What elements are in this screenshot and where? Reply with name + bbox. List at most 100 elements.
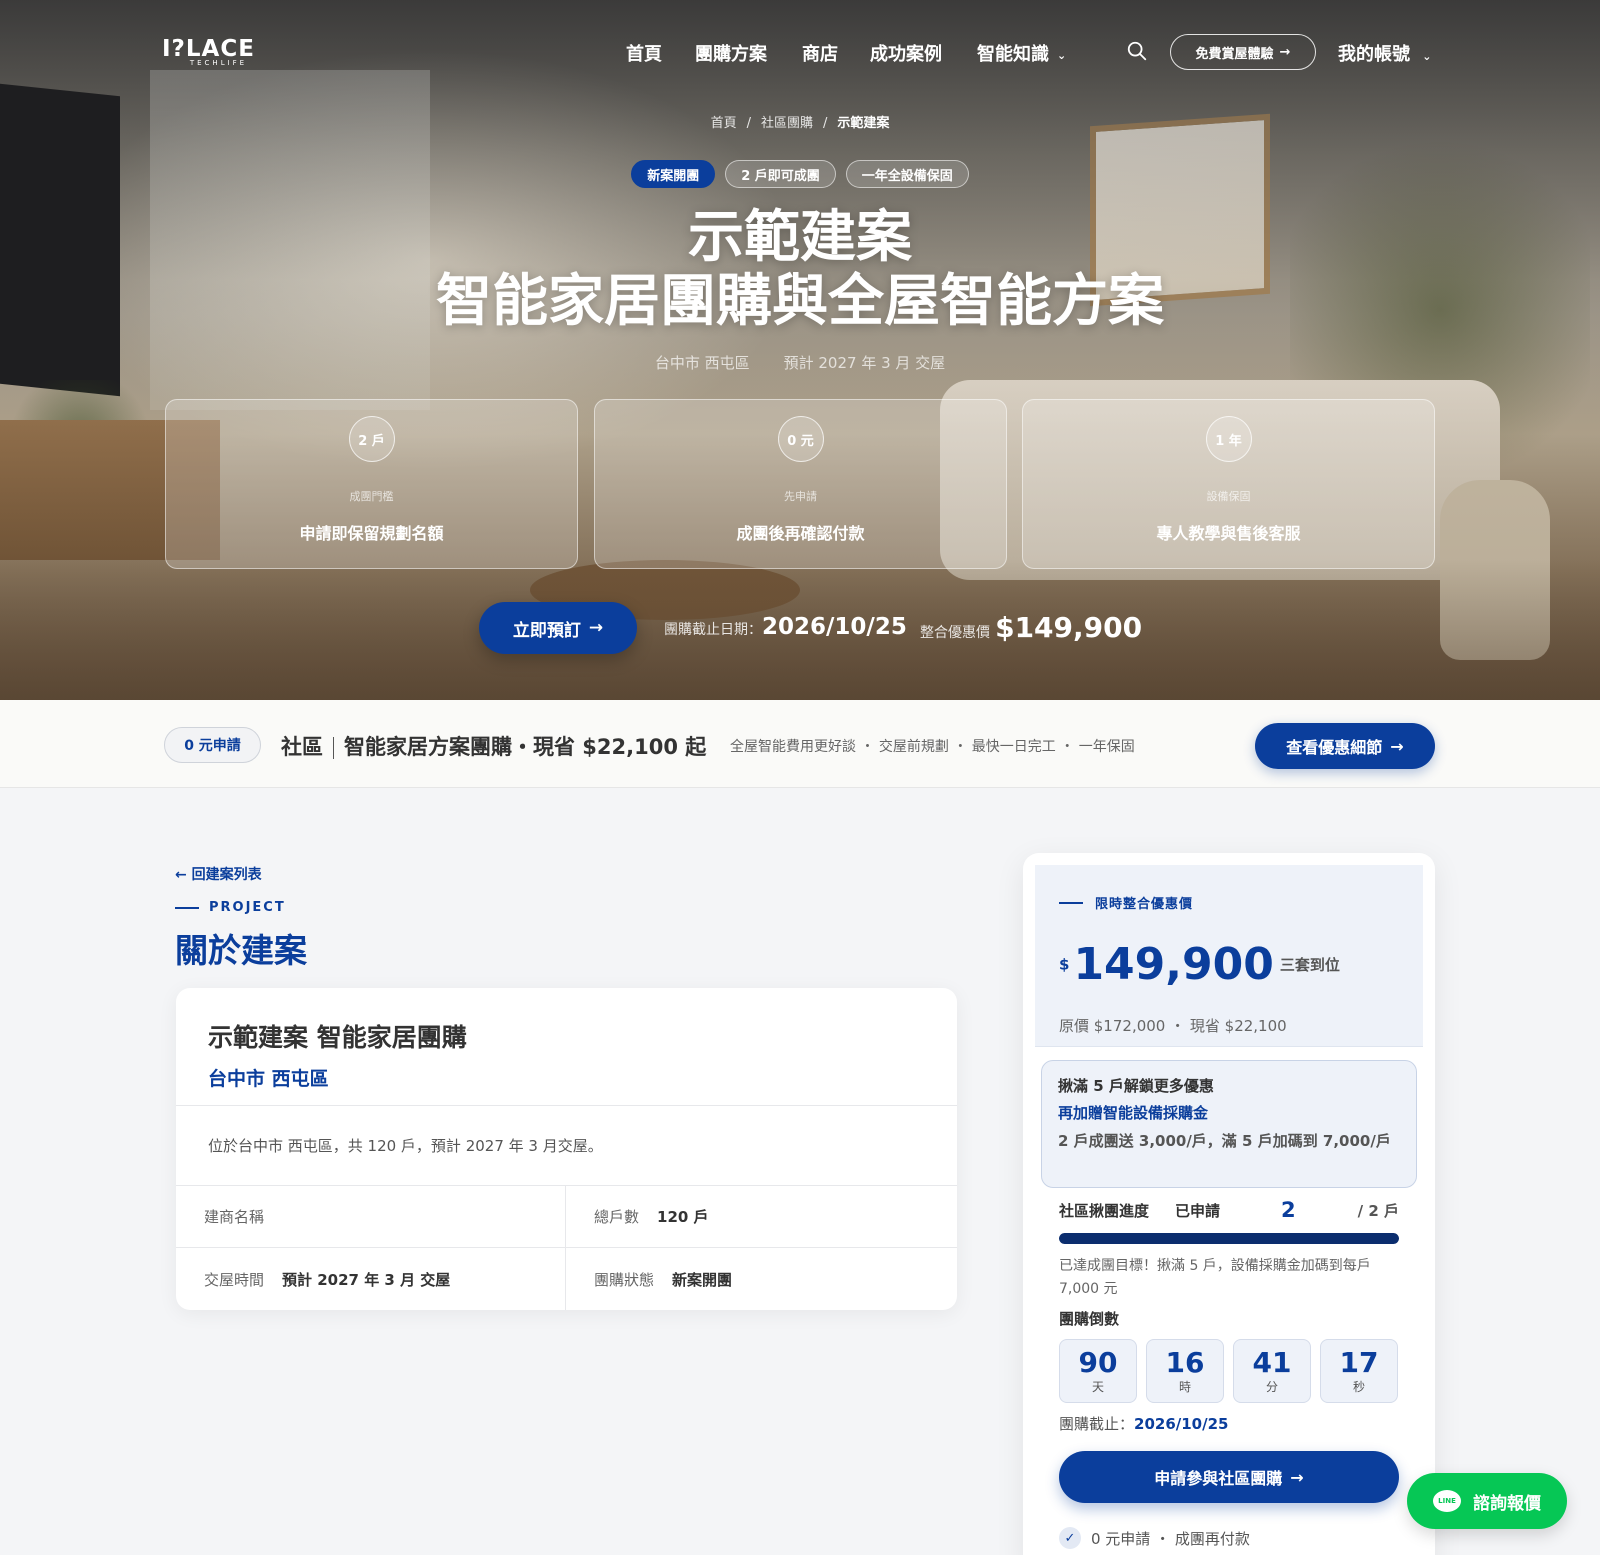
eyebrow-text: PROJECT [209,900,286,915]
countdown-unit: 分 [1265,1380,1278,1394]
countdown-days: 90 天 [1059,1339,1137,1403]
breadcrumb-home[interactable]: 首頁 [711,116,737,131]
countdown-hours: 16 時 [1146,1339,1224,1403]
project-info-grid: 建商名稱 總戶數 120 戶 交屋時間 預計 2027 年 3 月 交屋 團購狀態新… [176,1186,957,1310]
section-eyebrow: PROJECT [175,900,286,915]
info-label: 交屋時間 [204,1270,265,1289]
promo-pill: 0 元申請 [164,727,261,763]
back-to-projects-link[interactable]: ← 回建案列表 [175,864,262,884]
price-currency: $ [1059,955,1070,974]
progress-row: 社區揪團進度 已申請 2 / 2 戶 [1059,1198,1399,1222]
feature-label: 設備保固 [1206,490,1251,503]
feature-badge: 1 年 [1205,416,1252,462]
line-chat-icon: LINE [1433,1490,1461,1512]
applied-label: 已申請 [1175,1202,1221,1220]
feature-badge: 0 元 [777,416,824,462]
nav-item-shop[interactable]: 商店 [802,40,838,66]
price-header: 限時整合優惠價 $149,900 三套到位 原價 $172,000 ・ 現省 $2… [1035,865,1423,1047]
price-card: 限時整合優惠價 $149,900 三套到位 原價 $172,000 ・ 現省 $2… [1023,853,1435,1555]
info-label: 建商名稱 [204,1208,265,1226]
deadline-label: 團購截止日期： [664,622,762,638]
group-deadline-label: 團購截止： [1059,1415,1135,1433]
arrow-right-icon: → [1279,44,1291,60]
eyebrow-line [175,906,199,909]
progress-bar [1059,1233,1399,1244]
promo-divider [333,737,334,759]
assurance-item: ✓ 0 元申請 ・ 成團再付款 [1059,1527,1250,1549]
nav-item-knowledge-label: 智能知識 [977,44,1049,65]
original-price: 原價 $172,000 ・ 現省 $22,100 [1059,1017,1287,1035]
price-unit: 三套到位 [1279,956,1340,974]
reserve-button[interactable]: 立即預訂 → [479,602,637,654]
nav-item-group-plans[interactable]: 團購方案 [695,40,767,66]
countdown-value: 41 [1252,1346,1292,1379]
countdown: 90 天 16 時 41 分 17 秒 [1059,1339,1399,1403]
unlock-highlight: 再加贈智能設備採購金 [1058,1104,1209,1122]
hero-price-label: 整合優惠價 [920,625,990,641]
countdown-seconds: 17 秒 [1320,1339,1398,1403]
progress-goal: / 2 戶 [1357,1202,1399,1220]
check-icon: ✓ [1059,1527,1081,1549]
countdown-label: 團購倒數 [1059,1310,1120,1328]
hero-overlay [0,0,1600,700]
countdown-value: 16 [1165,1346,1205,1379]
hero-location: 台中市 西屯區 [654,354,750,372]
project-name: 示範建案 智能家居團購 [208,1023,467,1052]
price-eyebrow: 限時整合優惠價 [1059,893,1193,912]
line-consult-button[interactable]: LINE 諮詢報價 [1407,1473,1567,1529]
unlock-title: 揪滿 5 戶解鎖更多優惠 [1058,1077,1214,1095]
countdown-unit: 秒 [1352,1380,1365,1394]
chevron-down-icon: ⌄ [1057,48,1067,62]
project-location: 台中市 西屯區 [208,1068,329,1090]
search-icon[interactable] [1126,40,1148,62]
hero-meta: 台中市 西屯區 預計 2027 年 3 月 交屋 [0,352,1600,373]
feature-card-threshold: 2 戶 成團門檻 申請即保留規劃名額 [165,399,578,569]
page-title-line1: 示範建案 [688,204,912,270]
nav-item-cases[interactable]: 成功案例 [870,40,942,66]
progress-note: 已達成團目標！揪滿 5 戶，設備採購金加碼到每戶 7,000 元 [1059,1258,1371,1297]
deadline-value: 2026/10/25 [762,614,907,640]
promo-bar: 0 元申請 社區 智能家居方案團購・現省 $22,100 起 全屋智能費用更好談 … [0,700,1600,788]
feature-label: 先申請 [784,490,817,503]
feature-desc: 成團後再確認付款 [736,524,865,543]
feature-badge: 2 戶 [348,416,395,462]
feature-desc: 專人教學與售後客服 [1156,524,1301,543]
info-developer: 建商名稱 [176,1186,566,1248]
breadcrumb-group[interactable]: 社區團購 [761,116,813,131]
arrow-right-icon: → [1290,1467,1304,1487]
project-info-header: 示範建案 智能家居團購 台中市 西屯區 [176,988,957,1106]
hero-delivery: 預計 2027 年 3 月 交屋 [783,354,946,372]
applied-count: 2 [1281,1198,1296,1222]
account-label: 我的帳號 [1338,44,1410,65]
price-amount: $149,900 三套到位 [1059,939,1340,990]
apply-group-buy-label: 申請參與社區團購 [1154,1469,1283,1488]
promo-community: 社區 [281,735,323,759]
promo-subtitle: 全屋智能費用更好談 ・ 交屋前規劃 ・ 最快一日完工 ・ 一年保固 [730,739,1135,755]
view-offer-details-button[interactable]: 查看優惠細節 → [1255,723,1435,769]
free-trial-label: 免費賞屋體驗 [1195,46,1274,62]
section-title: 關於建案 [175,931,307,970]
countdown-unit: 天 [1091,1380,1104,1394]
info-label: 總戶數 [594,1208,640,1226]
view-offer-details-label: 查看優惠細節 [1286,738,1383,757]
info-delivery: 交屋時間 預計 2027 年 3 月 交屋 [176,1248,566,1310]
countdown-unit: 時 [1178,1380,1191,1394]
info-status: 團購狀態 新案開團 [566,1248,957,1310]
unlock-box: 揪滿 5 戶解鎖更多優惠 再加贈智能設備採購金 2 戶成團送 3,000/戶，滿… [1041,1060,1417,1188]
apply-group-buy-button[interactable]: 申請參與社區團購 → [1059,1451,1399,1503]
account-menu[interactable]: 我的帳號 ⌄ [1338,40,1432,66]
price-eyebrow-text: 限時整合優惠價 [1095,897,1194,912]
info-value: 120 戶 [657,1208,709,1226]
assurance-text: 0 元申請 ・ 成團再付款 [1091,1529,1250,1548]
countdown-value: 90 [1078,1346,1118,1379]
arrow-right-icon: → [1390,736,1404,756]
line-consult-label: 諮詢報價 [1473,1493,1541,1514]
countdown-minutes: 41 分 [1233,1339,1311,1403]
nav-item-knowledge[interactable]: 智能知識 ⌄ [977,40,1066,66]
unlock-detail: 2 戶成團送 3,000/戶，滿 5 戶加碼到 7,000/戶 [1058,1132,1391,1150]
eyebrow-line [1059,901,1083,904]
free-trial-button[interactable]: 免費賞屋體驗 → [1170,34,1316,70]
page-title-line2: 智能家居團購與全屋智能方案 [436,268,1164,334]
nav-item-home[interactable]: 首頁 [626,40,662,66]
promo-title-text: 智能家居方案團購・現省 $22,100 起 [344,735,707,759]
